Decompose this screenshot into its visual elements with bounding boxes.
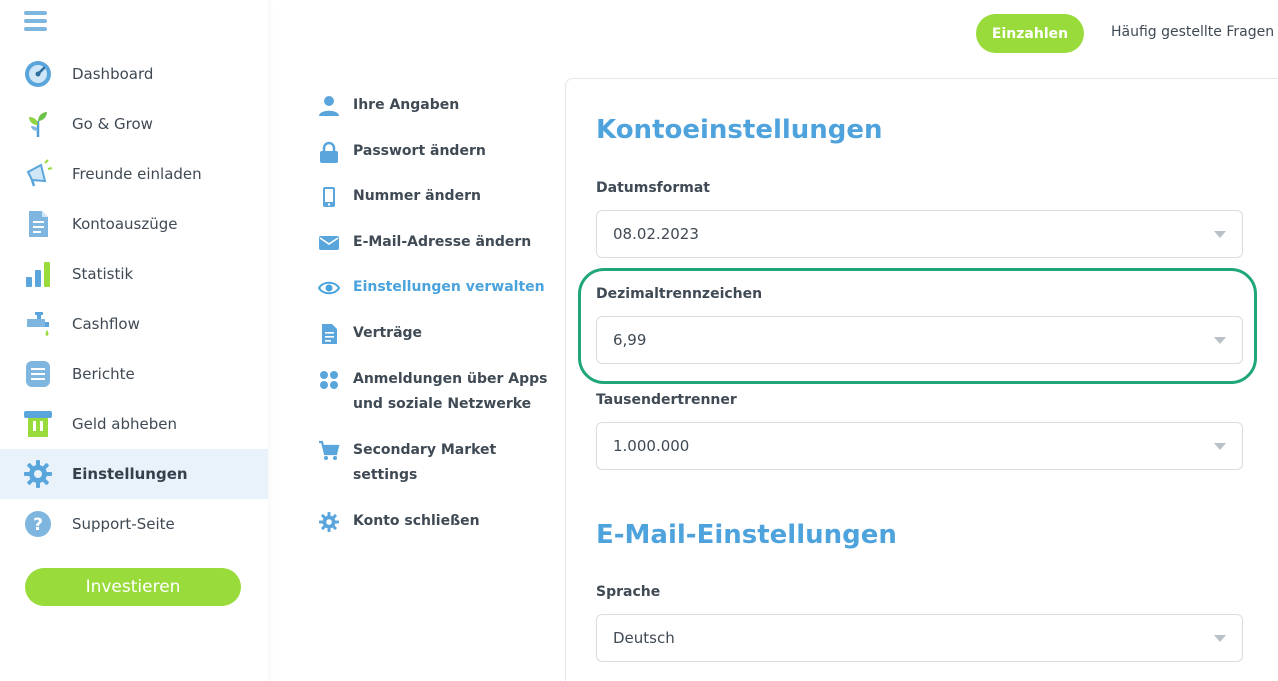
chevron-down-icon xyxy=(1214,443,1226,450)
decimal-separator-label: Dezimaltrennzeichen xyxy=(596,286,763,302)
chevron-down-icon xyxy=(1214,635,1226,642)
submenu-item-text: Secondary Market settings xyxy=(353,438,496,488)
language-label: Sprache xyxy=(596,584,661,600)
submenu-item-change-email[interactable]: E-Mail-Adresse ändern xyxy=(318,230,550,255)
submenu-item-label: Secondary Market xyxy=(353,442,497,458)
sidebar-item-label: Geld abheben xyxy=(72,415,178,433)
report-list-icon xyxy=(22,358,54,390)
atm-withdraw-icon xyxy=(22,408,54,440)
submenu-item-label: Ihre Angaben xyxy=(353,97,460,113)
sidebar-item-label: Dashboard xyxy=(72,65,154,83)
date-format-select[interactable]: 08.02.2023 xyxy=(596,210,1243,258)
thousands-separator-select[interactable]: 1.000.000 xyxy=(596,422,1243,470)
submenu-item-label: Anmeldungen über Apps xyxy=(353,371,548,387)
sidebar-item-statistics[interactable]: Statistik xyxy=(0,249,268,299)
apps-grid-icon xyxy=(318,367,342,392)
bar-chart-icon xyxy=(22,258,54,290)
decimal-separator-select[interactable]: 6,99 xyxy=(596,316,1243,364)
sidebar-nav: Dashboard Go & Grow Freunde einladen Kon… xyxy=(0,49,268,549)
sidebar-item-label: Berichte xyxy=(72,365,135,383)
settings-panel: Kontoeinstellungen Datumsformat 08.02.20… xyxy=(565,78,1278,681)
submenu-item-contracts[interactable]: Verträge xyxy=(318,321,550,346)
sidebar-item-statements[interactable]: Kontoauszüge xyxy=(0,199,268,249)
deposit-button[interactable]: Einzahlen xyxy=(976,14,1084,53)
contract-icon xyxy=(318,321,342,346)
submenu-item-change-number[interactable]: Nummer ändern xyxy=(318,184,550,209)
question-icon: ? xyxy=(22,508,54,540)
sidebar-item-dashboard[interactable]: Dashboard xyxy=(0,49,268,99)
sidebar-item-label: Kontoauszüge xyxy=(72,215,178,233)
submenu-item-label: Passwort ändern xyxy=(353,143,486,159)
decimal-separator-value: 6,99 xyxy=(613,331,647,349)
sidebar-item-label: Go & Grow xyxy=(72,115,153,133)
plant-sprout-icon xyxy=(22,108,54,140)
account-settings-title: Kontoeinstellungen xyxy=(596,115,883,145)
envelope-icon xyxy=(318,230,342,255)
sidebar-item-label: Einstellungen xyxy=(72,465,188,483)
phone-icon xyxy=(318,184,342,209)
sidebar-item-withdraw[interactable]: Geld abheben xyxy=(0,399,268,449)
chevron-down-icon xyxy=(1214,231,1226,238)
sidebar-item-label: Support-Seite xyxy=(72,515,175,533)
submenu-item-manage-settings[interactable]: Einstellungen verwalten xyxy=(318,275,550,300)
gear-icon xyxy=(22,458,54,490)
sidebar-item-support[interactable]: ? Support-Seite xyxy=(0,499,268,549)
document-icon xyxy=(22,208,54,240)
thousands-separator-value: 1.000.000 xyxy=(613,437,690,455)
submenu-item-text: Anmeldungen über Apps und soziale Netzwe… xyxy=(353,367,547,417)
sidebar-item-label: Statistik xyxy=(72,265,134,283)
submenu-item-label-line2: settings xyxy=(353,467,418,483)
sidebar-item-cashflow[interactable]: Cashflow xyxy=(0,299,268,349)
dashboard-gauge-icon xyxy=(22,58,54,90)
submenu-item-label: Einstellungen verwalten xyxy=(353,279,545,295)
lock-icon xyxy=(318,139,342,164)
submenu-item-label-line2: und soziale Netzwerke xyxy=(353,396,532,412)
submenu-item-close-account[interactable]: Konto schließen xyxy=(318,509,550,534)
settings-submenu: Ihre Angaben Passwort ändern Nummer ände… xyxy=(318,90,550,534)
menu-hamburger-icon[interactable] xyxy=(24,11,47,33)
svg-text:?: ? xyxy=(33,515,43,535)
submenu-item-label: Konto schließen xyxy=(353,513,480,529)
language-select[interactable]: Deutsch xyxy=(596,614,1243,662)
sidebar-item-settings[interactable]: Einstellungen xyxy=(0,449,268,499)
sidebar-item-label: Cashflow xyxy=(72,315,140,333)
cart-icon xyxy=(318,438,342,463)
sidebar: Dashboard Go & Grow Freunde einladen Kon… xyxy=(0,0,268,681)
sidebar-item-label: Freunde einladen xyxy=(72,165,202,183)
megaphone-icon xyxy=(22,158,54,190)
email-settings-title: E-Mail-Einstellungen xyxy=(596,520,897,550)
eye-icon xyxy=(318,275,342,300)
submenu-item-app-logins[interactable]: Anmeldungen über Apps und soziale Netzwe… xyxy=(318,367,550,417)
submenu-item-personal-details[interactable]: Ihre Angaben xyxy=(318,93,550,118)
sidebar-item-invite-friends[interactable]: Freunde einladen xyxy=(0,149,268,199)
user-icon xyxy=(318,93,342,118)
submenu-item-secondary-market[interactable]: Secondary Market settings xyxy=(318,438,550,488)
sidebar-item-go-grow[interactable]: Go & Grow xyxy=(0,99,268,149)
sidebar-item-reports[interactable]: Berichte xyxy=(0,349,268,399)
date-format-label: Datumsformat xyxy=(596,180,710,196)
submenu-item-label: E-Mail-Adresse ändern xyxy=(353,234,532,250)
tap-icon xyxy=(22,308,54,340)
submenu-item-label: Verträge xyxy=(353,325,423,341)
gear-small-icon xyxy=(318,509,342,534)
submenu-item-label: Nummer ändern xyxy=(353,188,481,204)
faq-link[interactable]: Häufig gestellte Fragen xyxy=(1111,24,1274,40)
submenu-item-change-password[interactable]: Passwort ändern xyxy=(318,139,550,164)
thousands-separator-label: Tausendertrenner xyxy=(596,392,737,408)
invest-button[interactable]: Investieren xyxy=(25,568,241,606)
language-value: Deutsch xyxy=(613,629,675,647)
date-format-value: 08.02.2023 xyxy=(613,225,699,243)
chevron-down-icon xyxy=(1214,337,1226,344)
